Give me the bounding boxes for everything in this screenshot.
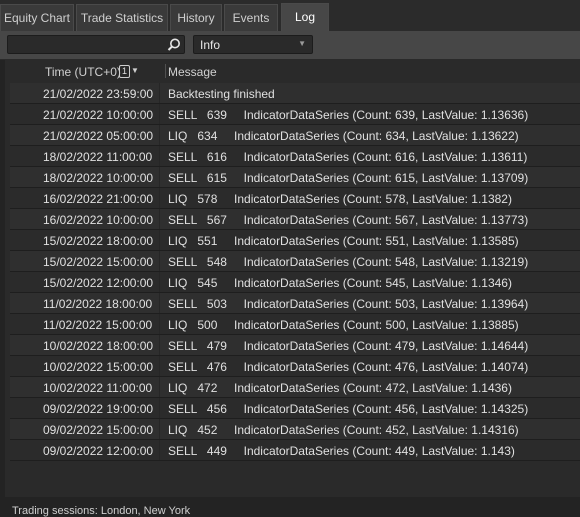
cell-divider <box>159 356 160 376</box>
tab-events[interactable]: Events <box>224 4 278 31</box>
row-time: 09/02/2022 19:00:00 <box>43 402 154 416</box>
cell-divider <box>159 230 160 250</box>
row-time: 09/02/2022 12:00:00 <box>43 444 154 458</box>
search-box[interactable] <box>7 35 185 54</box>
table-row[interactable]: 09/02/2022 15:00:00 LIQ 452 IndicatorData… <box>10 419 580 440</box>
chevron-down-icon: ▼ <box>298 39 306 48</box>
table-row[interactable]: 15/02/2022 18:00:00 LIQ 551 IndicatorData… <box>10 230 580 251</box>
sort-descending-icon[interactable]: ▼ <box>131 66 139 75</box>
cell-divider <box>159 209 160 229</box>
row-time: 10/02/2022 15:00:00 <box>43 360 154 374</box>
table-row[interactable]: 16/02/2022 21:00:00 LIQ 578 IndicatorData… <box>10 188 580 209</box>
row-message: SELL 479 IndicatorDataSeries (Count: 479… <box>168 339 529 353</box>
row-time: 11/02/2022 15:00:00 <box>43 318 153 332</box>
table-row[interactable]: 10/02/2022 18:00:00 SELL 479 IndicatorDat… <box>10 335 580 356</box>
table-row[interactable]: 18/02/2022 11:00:00 SELL 616 IndicatorDat… <box>10 146 580 167</box>
row-time: 15/02/2022 12:00:00 <box>43 276 154 290</box>
log-level-value: Info <box>200 38 221 52</box>
cell-divider <box>159 398 160 418</box>
column-divider[interactable] <box>165 64 166 78</box>
row-time: 16/02/2022 10:00:00 <box>43 213 154 227</box>
table-row[interactable]: 16/02/2022 10:00:00 SELL 567 IndicatorDat… <box>10 209 580 230</box>
table-row[interactable]: 09/02/2022 19:00:00 SELL 456 IndicatorDat… <box>10 398 580 419</box>
row-message: SELL 456 IndicatorDataSeries (Count: 456… <box>168 402 529 416</box>
log-level-dropdown[interactable]: Info ▼ <box>193 35 313 54</box>
log-table: Time (UTC+0) 1 ▼ Message 21/02/2022 23:5… <box>5 60 580 497</box>
table-row[interactable]: 21/02/2022 10:00:00 SELL 639 IndicatorDat… <box>10 104 580 125</box>
cell-divider <box>159 104 160 124</box>
tab-trade-statistics[interactable]: Trade Statistics <box>76 4 168 31</box>
row-message: LIQ 500 IndicatorDataSeries (Count: 500,… <box>168 318 519 332</box>
column-header-message[interactable]: Message <box>168 65 217 79</box>
table-row[interactable]: 18/02/2022 10:00:00 SELL 615 IndicatorDat… <box>10 167 580 188</box>
table-row[interactable]: 09/02/2022 12:00:00 SELL 449 IndicatorDat… <box>10 440 580 461</box>
tab-equity-chart[interactable]: Equity Chart <box>0 4 74 31</box>
cell-divider <box>159 272 160 292</box>
cell-divider <box>159 146 160 166</box>
row-message: SELL 548 IndicatorDataSeries (Count: 548… <box>168 255 529 269</box>
cell-divider <box>159 419 160 439</box>
cell-divider <box>159 188 160 208</box>
row-time: 10/02/2022 18:00:00 <box>43 339 154 353</box>
row-message: LIQ 551 IndicatorDataSeries (Count: 551,… <box>168 234 519 248</box>
row-time: 15/02/2022 18:00:00 <box>43 234 154 248</box>
row-time: 10/02/2022 11:00:00 <box>43 381 153 395</box>
tab-log[interactable]: Log <box>281 3 329 32</box>
row-message: SELL 615 IndicatorDataSeries (Count: 615… <box>168 171 529 185</box>
row-message: LIQ 545 IndicatorDataSeries (Count: 545,… <box>168 276 512 290</box>
row-time: 09/02/2022 15:00:00 <box>43 423 154 437</box>
row-time: 18/02/2022 11:00:00 <box>43 150 153 164</box>
row-message: LIQ 634 IndicatorDataSeries (Count: 634,… <box>168 129 519 143</box>
table-row[interactable]: 11/02/2022 18:00:00 SELL 503 IndicatorDat… <box>10 293 580 314</box>
cell-divider <box>159 167 160 187</box>
row-message: SELL 616 IndicatorDataSeries (Count: 616… <box>168 150 528 164</box>
sort-order-badge: 1 <box>119 65 130 78</box>
cell-divider <box>159 83 160 103</box>
row-time: 21/02/2022 23:59:00 <box>43 87 154 101</box>
row-message: SELL 503 IndicatorDataSeries (Count: 503… <box>168 297 529 311</box>
tab-bar: Equity Chart Trade Statistics History Ev… <box>0 0 580 32</box>
row-time: 16/02/2022 21:00:00 <box>43 192 154 206</box>
table-header: Time (UTC+0) 1 ▼ Message <box>5 60 580 83</box>
row-time: 11/02/2022 18:00:00 <box>43 297 153 311</box>
row-message: LIQ 472 IndicatorDataSeries (Count: 472,… <box>168 381 512 395</box>
row-message: SELL 567 IndicatorDataSeries (Count: 567… <box>168 213 529 227</box>
row-time: 21/02/2022 10:00:00 <box>43 108 154 122</box>
status-bar: Trading sessions: London, New York <box>0 500 580 517</box>
row-message: LIQ 578 IndicatorDataSeries (Count: 578,… <box>168 192 512 206</box>
row-message: Backtesting finished <box>168 87 275 101</box>
cell-divider <box>159 293 160 313</box>
cell-divider <box>159 125 160 145</box>
table-row[interactable]: 10/02/2022 15:00:00 SELL 476 IndicatorDat… <box>10 356 580 377</box>
table-row[interactable]: 21/02/2022 23:59:00 Backtesting finished <box>10 83 580 104</box>
row-message: SELL 639 IndicatorDataSeries (Count: 639… <box>168 108 529 122</box>
row-message: LIQ 452 IndicatorDataSeries (Count: 452,… <box>168 423 519 437</box>
column-header-time[interactable]: Time (UTC+0) <box>45 65 121 79</box>
cell-divider <box>159 440 160 460</box>
row-message: SELL 449 IndicatorDataSeries (Count: 449… <box>168 444 515 458</box>
cell-divider <box>159 314 160 334</box>
row-time: 21/02/2022 05:00:00 <box>43 129 154 143</box>
cell-divider <box>159 251 160 271</box>
cell-divider <box>159 335 160 355</box>
table-row[interactable]: 15/02/2022 12:00:00 LIQ 545 IndicatorData… <box>10 272 580 293</box>
cell-divider <box>159 377 160 397</box>
tab-history[interactable]: History <box>170 4 222 31</box>
search-icon[interactable] <box>166 37 182 53</box>
table-row[interactable]: 21/02/2022 05:00:00 LIQ 634 IndicatorData… <box>10 125 580 146</box>
table-row[interactable]: 15/02/2022 15:00:00 SELL 548 IndicatorDat… <box>10 251 580 272</box>
search-input[interactable] <box>12 37 166 54</box>
log-toolbar: Info ▼ <box>0 31 580 60</box>
row-time: 18/02/2022 10:00:00 <box>43 171 154 185</box>
row-time: 15/02/2022 15:00:00 <box>43 255 154 269</box>
row-message: SELL 476 IndicatorDataSeries (Count: 476… <box>168 360 529 374</box>
table-row[interactable]: 11/02/2022 15:00:00 LIQ 500 IndicatorData… <box>10 314 580 335</box>
table-row[interactable]: 10/02/2022 11:00:00 LIQ 472 IndicatorData… <box>10 377 580 398</box>
status-text: Trading sessions: London, New York <box>12 505 191 517</box>
